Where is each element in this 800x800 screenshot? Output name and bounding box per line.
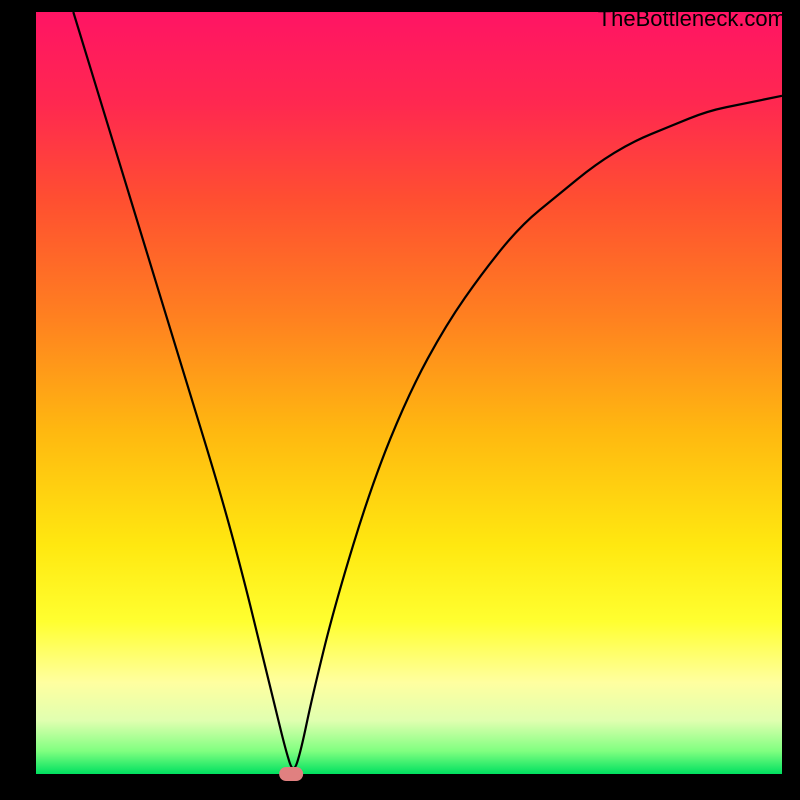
chart-container: TheBottleneck.com <box>0 0 800 800</box>
optimal-marker <box>279 767 303 781</box>
bottleneck-chart <box>0 0 800 800</box>
watermark-text: TheBottleneck.com <box>598 6 786 32</box>
